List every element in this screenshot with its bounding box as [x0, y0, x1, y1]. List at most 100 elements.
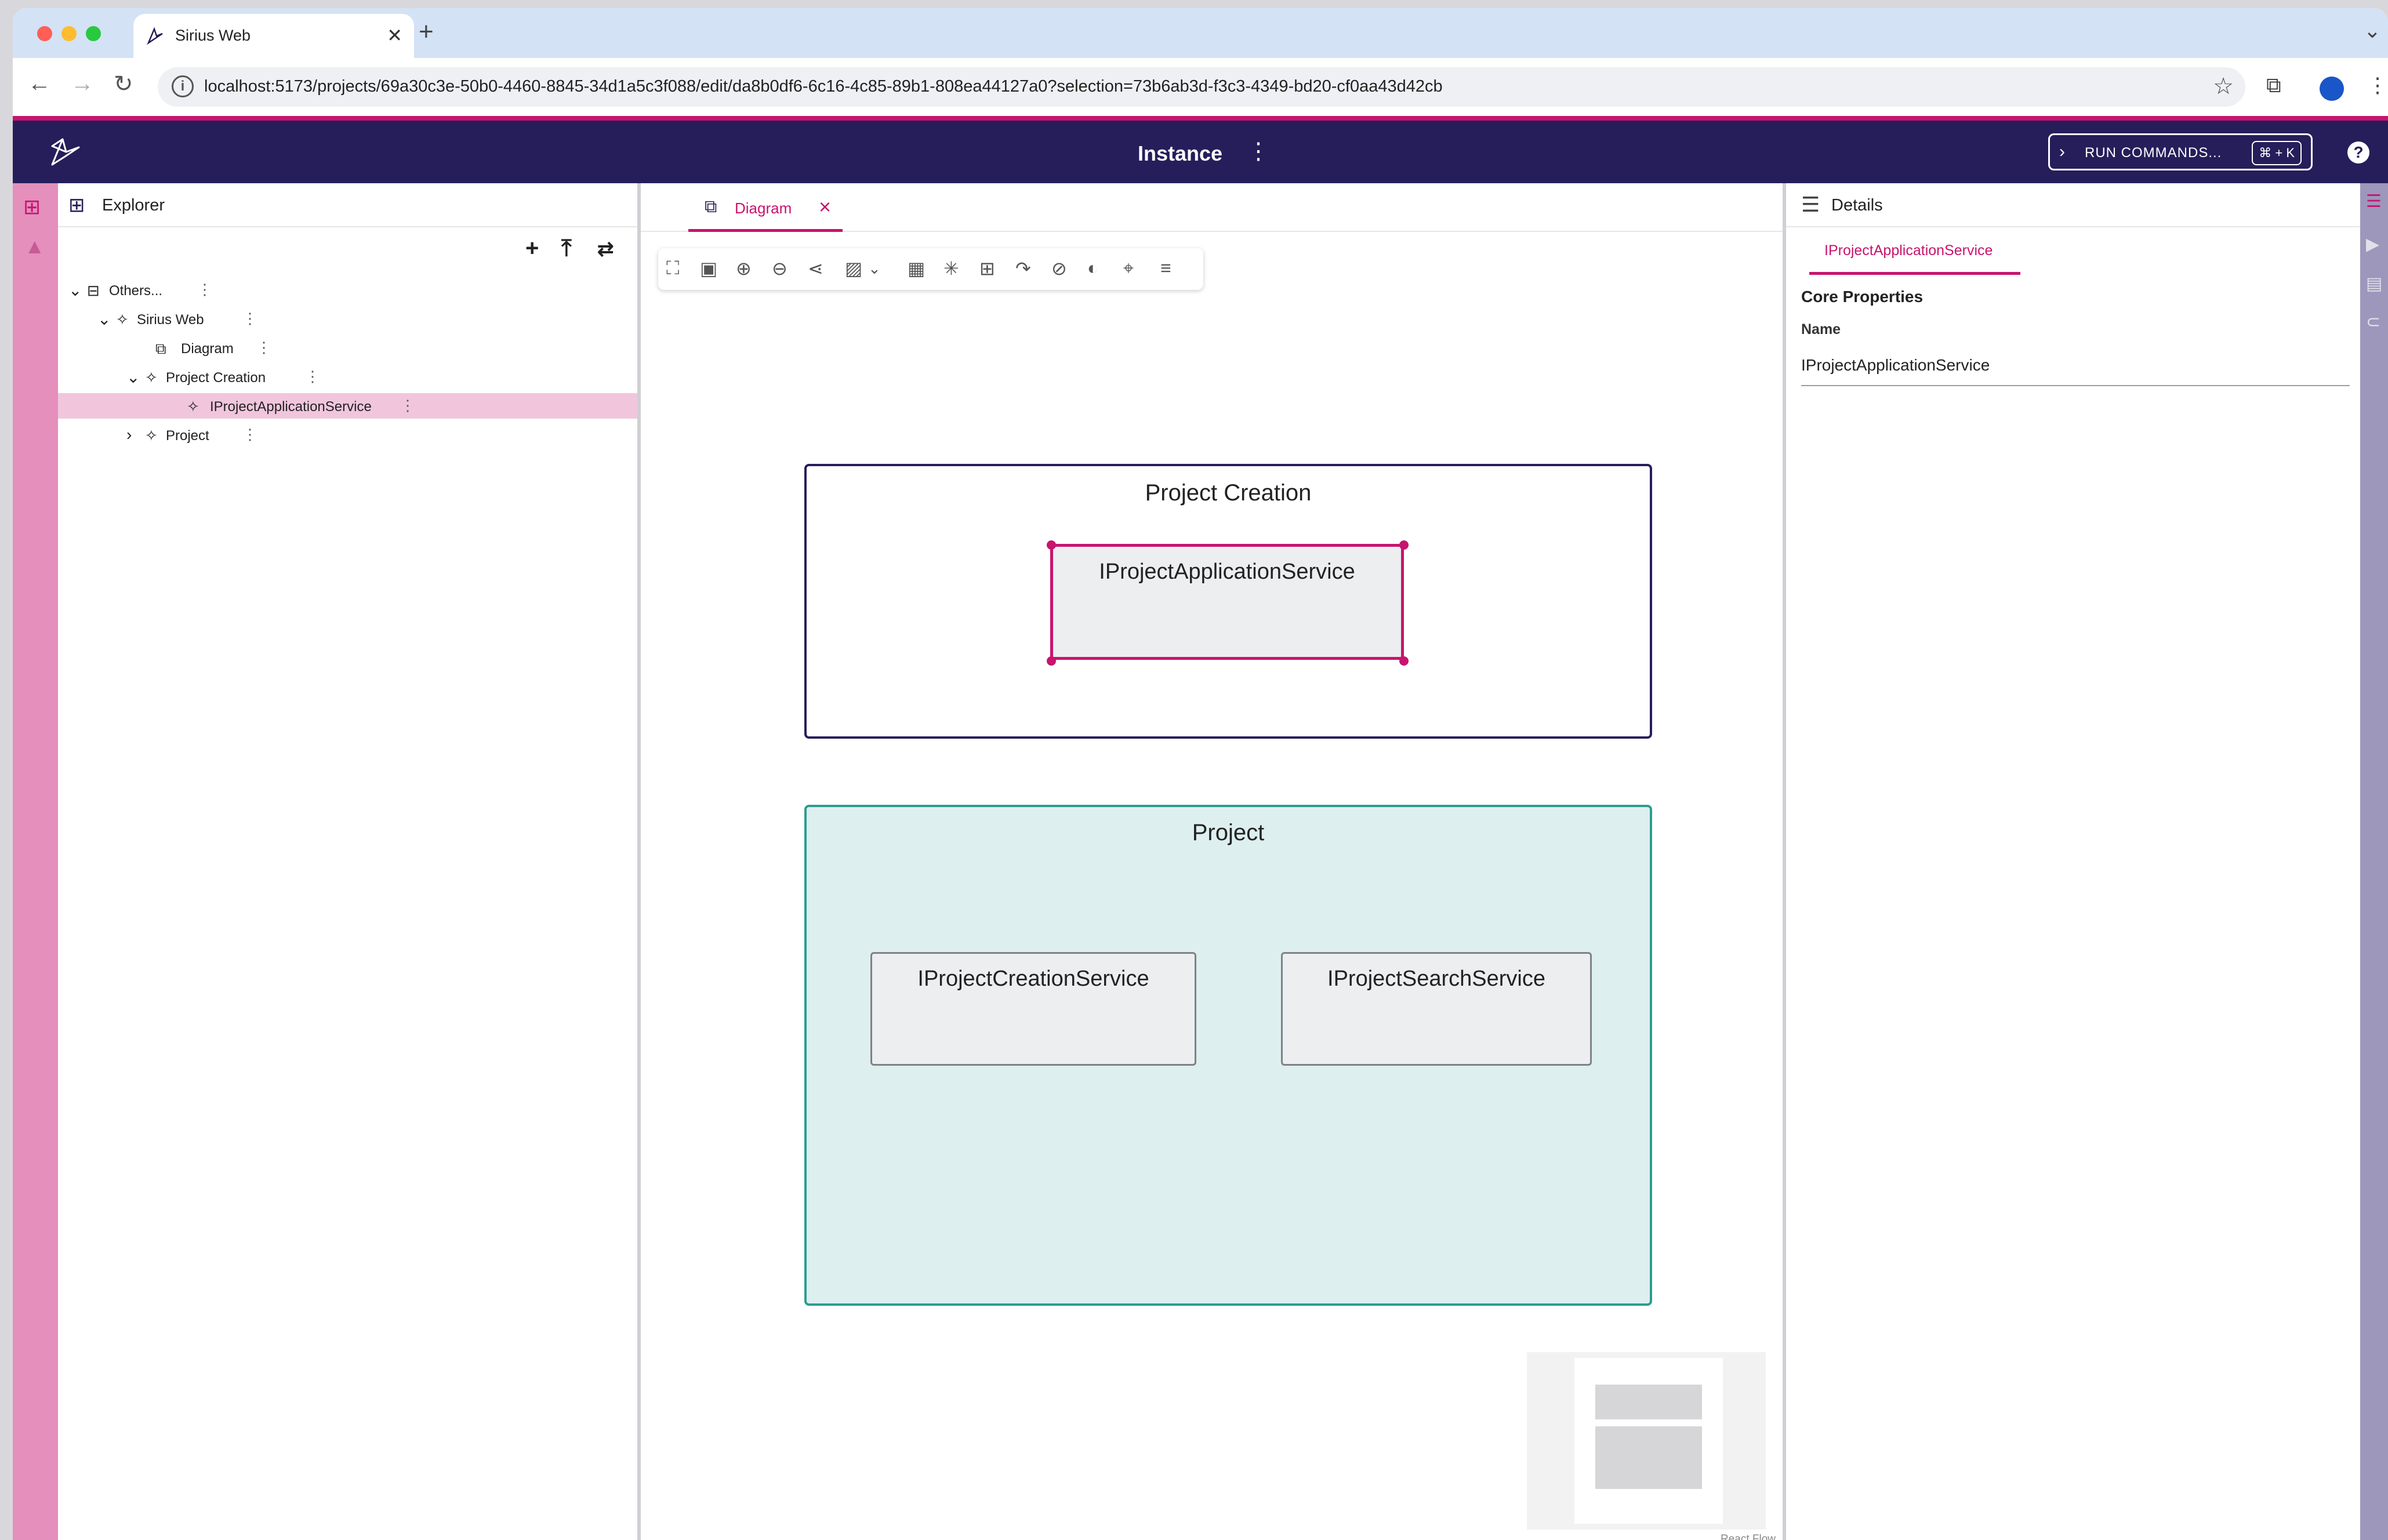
- tree-item-label: Others...: [109, 283, 163, 299]
- details-tab-label: IProjectApplicationService: [1824, 242, 1993, 259]
- diagram-editor: ⧉ Diagram × ⛶ ▣ ⊕ ⊖ ⋖ ▨ ⌄ ▦ ✳ ⊞ ↷ ⊘ ◐ ⌖ …: [641, 183, 1786, 1540]
- hide-elements-icon[interactable]: ⊘: [1051, 257, 1067, 279]
- explorer-title: Explorer: [102, 196, 165, 215]
- profile-avatar[interactable]: [2320, 77, 2344, 101]
- details-tab[interactable]: IProjectApplicationService: [1809, 239, 2020, 275]
- chevron-right-icon[interactable]: ›: [126, 426, 132, 444]
- filter-icon[interactable]: ≡: [1160, 257, 1171, 279]
- tree-item-diagram[interactable]: ⧉ Diagram ⋮: [58, 335, 637, 361]
- tree-item-project[interactable]: › ✧ Project ⋮: [58, 422, 637, 448]
- fullscreen-icon[interactable]: ⛶: [666, 257, 679, 279]
- name-field-label: Name: [1801, 321, 1841, 337]
- shortcut-badge: ⌘ + K: [2252, 141, 2302, 165]
- extensions-icon[interactable]: ⧉: [2266, 73, 2281, 98]
- browser-tab[interactable]: Sirius Web ✕: [133, 14, 414, 58]
- resize-handle[interactable]: [1399, 656, 1409, 666]
- component-icon: ✧: [187, 398, 199, 415]
- minimize-window-button[interactable]: [61, 26, 77, 41]
- explorer-view-icon[interactable]: ⊞: [23, 195, 41, 219]
- resize-handle[interactable]: [1047, 656, 1056, 666]
- tree-item-menu-icon[interactable]: ⋮: [242, 426, 257, 444]
- details-header: ☰ Details: [1786, 183, 2360, 227]
- iproject-application-service-node[interactable]: IProjectApplicationService: [1050, 544, 1404, 660]
- browser-menu-icon[interactable]: ⋮: [2367, 73, 2388, 97]
- tree-item-menu-icon[interactable]: ⋮: [400, 397, 415, 415]
- left-side-rail: ⊞ ▲: [13, 183, 58, 1540]
- close-window-button[interactable]: [37, 26, 52, 41]
- fade-elements-icon[interactable]: ◐: [1087, 257, 1098, 279]
- tree-item-sirius-web[interactable]: ⌄ ✧ Sirius Web ⋮: [58, 306, 637, 332]
- fit-to-screen-icon[interactable]: ▣: [700, 257, 717, 279]
- share-icon[interactable]: ⋖: [808, 257, 823, 279]
- address-bar[interactable]: i localhost:5173/projects/69a30c3e-50b0-…: [158, 67, 2245, 107]
- tree-item-menu-icon[interactable]: ⋮: [197, 281, 212, 299]
- iproject-creation-service-node[interactable]: IProjectCreationService: [870, 952, 1196, 1066]
- tree-item-project-creation[interactable]: ⌄ ✧ Project Creation ⋮: [58, 364, 637, 390]
- tab-diagram[interactable]: ⧉ Diagram ×: [688, 183, 843, 232]
- unpin-icon[interactable]: ⌖: [1123, 257, 1134, 279]
- representations-icon[interactable]: ▤: [2366, 274, 2382, 294]
- browser-toolbar: ← → ↻ i localhost:5173/projects/69a30c3e…: [13, 58, 2388, 121]
- bookmark-star-icon[interactable]: ☆: [2213, 73, 2234, 100]
- reload-icon[interactable]: ↻: [114, 71, 133, 97]
- tree-item-label: IProjectApplicationService: [210, 399, 372, 415]
- diagram-minimap[interactable]: [1527, 1352, 1766, 1530]
- related-elements-icon[interactable]: ⊂: [2366, 312, 2380, 332]
- arrange-all-icon[interactable]: ⊞: [979, 257, 995, 279]
- run-commands-button[interactable]: › RUN COMMANDS... ⌘ + K: [2048, 133, 2313, 170]
- snap-icon[interactable]: ✳: [943, 257, 959, 279]
- sirius-favicon-icon: [147, 27, 163, 45]
- close-tab-icon[interactable]: ×: [819, 195, 831, 219]
- iproject-search-service-node[interactable]: IProjectSearchService: [1281, 952, 1592, 1066]
- synchronize-icon[interactable]: ⇄: [597, 238, 614, 261]
- project-menu-icon[interactable]: ⋮: [1247, 138, 1270, 165]
- react-flow-attribution[interactable]: React Flow: [1721, 1533, 1776, 1540]
- details-title: Details: [1831, 196, 1883, 215]
- run-commands-label: RUN COMMANDS...: [2085, 145, 2222, 161]
- sirius-logo-icon[interactable]: [48, 135, 82, 169]
- explorer-tree-icon: ⊞: [68, 194, 85, 216]
- chevron-down-icon[interactable]: ⌄: [97, 310, 111, 329]
- back-arrow-icon[interactable]: ←: [28, 71, 51, 97]
- tree-item-menu-icon[interactable]: ⋮: [256, 339, 271, 357]
- tree-item-menu-icon[interactable]: ⋮: [305, 368, 320, 386]
- upload-document-icon[interactable]: ⤒: [561, 235, 572, 261]
- validation-warning-icon[interactable]: ▲: [24, 234, 45, 259]
- chevron-right-icon: ›: [2059, 142, 2065, 161]
- play-icon[interactable]: ▶: [2366, 234, 2379, 255]
- zoom-in-icon[interactable]: ⊕: [736, 257, 752, 279]
- tree-item-iproject-application-service[interactable]: ✧ IProjectApplicationService ⋮: [58, 393, 637, 419]
- chevron-down-icon[interactable]: ⌄: [68, 281, 82, 300]
- close-tab-icon[interactable]: ✕: [387, 24, 402, 46]
- forward-arrow-icon[interactable]: →: [71, 71, 94, 97]
- tab-search-chevron-icon[interactable]: ⌄: [2364, 19, 2381, 43]
- node-label: Project: [1192, 820, 1265, 845]
- resize-handle[interactable]: [1047, 540, 1056, 550]
- new-model-icon[interactable]: +: [525, 235, 539, 261]
- help-icon[interactable]: ?: [2347, 141, 2369, 164]
- zoom-out-icon[interactable]: ⊖: [772, 257, 787, 279]
- site-info-icon[interactable]: i: [172, 75, 194, 97]
- grid-icon[interactable]: ▦: [908, 257, 925, 279]
- maximize-window-button[interactable]: [86, 26, 101, 41]
- project-title: Instance: [1138, 141, 1223, 165]
- new-tab-button[interactable]: +: [419, 17, 434, 46]
- tree-item-label: Diagram: [181, 341, 234, 357]
- name-field[interactable]: IProjectApplicationService: [1801, 356, 2350, 386]
- app-header: Instance ⋮ › RUN COMMANDS... ⌘ + K ?: [13, 121, 2388, 183]
- diagram-icon: ⧉: [155, 340, 166, 357]
- reveal-icon[interactable]: ↷: [1015, 257, 1031, 279]
- chevron-down-icon[interactable]: ⌄: [868, 260, 881, 278]
- minimap-node: [1595, 1426, 1702, 1489]
- details-view-icon[interactable]: ☰: [2366, 191, 2382, 212]
- project-node[interactable]: Project IProjectCreationService IProject…: [804, 805, 1652, 1306]
- component-icon: ✧: [116, 311, 129, 328]
- address-url[interactable]: localhost:5173/projects/69a30c3e-50b0-44…: [204, 77, 1443, 96]
- chevron-down-icon[interactable]: ⌄: [126, 368, 140, 387]
- project-creation-node[interactable]: Project Creation IProjectApplicationServ…: [804, 464, 1652, 739]
- export-image-icon[interactable]: ▨: [845, 257, 862, 279]
- tree-item-menu-icon[interactable]: ⋮: [242, 310, 257, 328]
- tree-item-others[interactable]: ⌄ ⊟ Others... ⋮: [58, 277, 637, 303]
- resize-handle[interactable]: [1399, 540, 1409, 550]
- node-label: IProjectCreationService: [917, 967, 1149, 991]
